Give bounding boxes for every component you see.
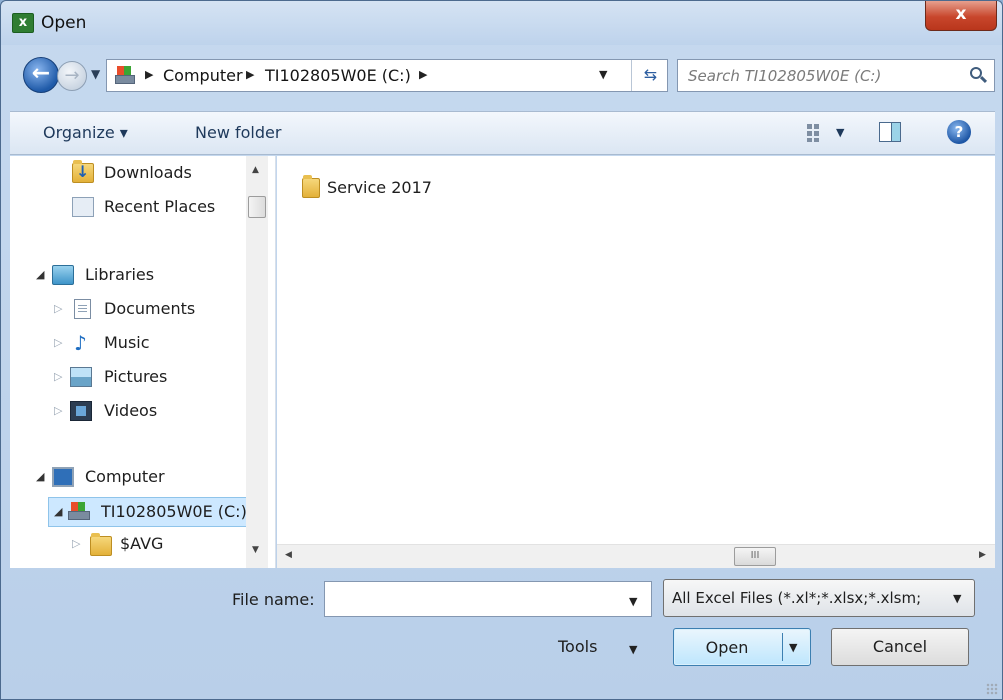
resize-grip[interactable] (986, 683, 998, 695)
scroll-right-icon[interactable]: ▶ (979, 550, 986, 560)
file-item-label: Service 2017 (327, 178, 432, 197)
nav-pane-scrollbar[interactable]: ▲ ▼ (246, 156, 268, 568)
refresh-button[interactable]: ⇆ (631, 60, 669, 91)
nav-label-libraries: Libraries (85, 265, 155, 284)
navigation-bar: ← → ▼ ▶ Computer ▶ TI102805W0E (C:) ▶ ▼ … (1, 53, 1002, 99)
nav-item-videos[interactable]: ▷ Videos (50, 399, 250, 425)
nav-label-documents: Documents (104, 299, 196, 318)
nav-item-music[interactable]: ▷ ♪ Music (50, 331, 250, 357)
file-name-field[interactable] (324, 581, 652, 617)
recent-places-icon (72, 197, 94, 217)
open-button[interactable]: Open ▼ (673, 628, 811, 666)
expand-arrow-icon[interactable]: ▷ (54, 404, 62, 417)
breadcrumb-separator-icon[interactable]: ▶ (419, 68, 427, 81)
nav-label-recent-places: Recent Places (104, 197, 216, 216)
back-arrow-icon: ← (31, 61, 51, 86)
cancel-button[interactable]: Cancel (831, 628, 969, 666)
computer-icon (52, 467, 74, 487)
file-type-select[interactable]: All Excel Files (*.xl*;*.xlsx;*.xlsm; ▼ (663, 579, 975, 617)
file-name-dropdown-icon[interactable]: ▼ (629, 595, 637, 608)
command-toolbar: Organize ▾ New folder ▼ ? (10, 111, 995, 155)
nav-item-drive-c[interactable]: ◢ TI102805W0E (C:) (48, 497, 248, 527)
nav-item-downloads[interactable]: Downloads (60, 160, 250, 187)
breadcrumb-drive[interactable]: TI102805W0E (C:) (265, 66, 411, 85)
file-type-value: All Excel Files (*.xl*;*.xlsx;*.xlsm; (672, 589, 922, 607)
expand-arrow-icon[interactable]: ▷ (72, 537, 80, 550)
scroll-down-icon[interactable]: ▼ (252, 545, 259, 555)
nav-item-documents[interactable]: ▷ Documents (50, 297, 250, 323)
nav-label-drive-c: TI102805W0E (C:) (101, 502, 247, 521)
collapse-arrow-icon[interactable]: ◢ (54, 505, 62, 518)
nav-item-recent-places[interactable]: Recent Places (60, 195, 250, 221)
drive-icon (113, 65, 137, 87)
expand-arrow-icon[interactable]: ▷ (54, 370, 62, 383)
nav-label-music: Music (104, 333, 150, 352)
forward-button[interactable]: → (57, 61, 87, 91)
nav-label-computer: Computer (85, 467, 165, 486)
nav-item-libraries[interactable]: ◢ Libraries (30, 263, 250, 289)
back-button[interactable]: ← (23, 57, 59, 93)
nav-item-pictures[interactable]: ▷ Pictures (50, 365, 250, 391)
tools-button[interactable]: Tools (558, 637, 597, 656)
collapse-arrow-icon[interactable]: ◢ (36, 470, 44, 483)
collapse-arrow-icon[interactable]: ◢ (36, 268, 44, 281)
chevron-down-icon: ▼ (953, 592, 962, 605)
split-divider (782, 633, 783, 661)
excel-icon: x (12, 13, 34, 33)
help-icon[interactable]: ? (947, 120, 971, 144)
organize-button[interactable]: Organize ▾ (43, 123, 128, 142)
libraries-icon (52, 265, 74, 285)
close-button[interactable]: x (925, 1, 997, 31)
preview-pane-icon[interactable] (879, 122, 901, 142)
search-icon[interactable] (968, 66, 988, 86)
nav-item-avg[interactable]: ▷ $AVG (70, 532, 250, 558)
downloads-folder-icon (72, 160, 94, 183)
videos-icon (70, 401, 92, 421)
nav-label-downloads: Downloads (104, 163, 192, 182)
open-dialog: x Open x ← → ▼ ▶ Computer ▶ TI102805W0E … (0, 0, 1003, 700)
window-title: Open (41, 13, 87, 33)
expand-arrow-icon[interactable]: ▷ (54, 302, 62, 315)
search-input[interactable]: Search TI102805W0E (C:) (677, 59, 995, 92)
open-button-label: Open (705, 638, 749, 657)
recent-locations-dropdown[interactable]: ▼ (91, 67, 100, 81)
avg-folder-icon (90, 533, 112, 556)
view-options-dropdown[interactable]: ▼ (836, 126, 844, 139)
folder-icon (302, 175, 320, 198)
new-folder-button[interactable]: New folder (195, 123, 281, 142)
file-pane-horizontal-scrollbar[interactable]: ◀ III ▶ (277, 544, 995, 568)
breadcrumb-separator-icon[interactable]: ▶ (145, 68, 153, 81)
pictures-icon (70, 367, 92, 387)
title-bar: x Open x (1, 1, 1002, 45)
scroll-thumb[interactable] (248, 196, 266, 218)
nav-label-pictures: Pictures (104, 367, 168, 386)
address-bar[interactable]: ▶ Computer ▶ TI102805W0E (C:) ▶ ▼ ⇆ (106, 59, 668, 92)
nav-label-videos: Videos (104, 401, 158, 420)
music-icon: ♪ (74, 331, 87, 355)
file-name-label: File name: (232, 590, 315, 609)
navigation-pane: Downloads Recent Places ◢ Libraries ▷ Do… (10, 156, 276, 568)
file-item-service-2017[interactable]: Service 2017 (299, 174, 474, 200)
forward-arrow-icon: → (64, 65, 80, 86)
drive-c-icon (67, 501, 91, 521)
documents-icon (74, 299, 91, 319)
expand-arrow-icon[interactable]: ▷ (54, 336, 62, 349)
scroll-left-icon[interactable]: ◀ (285, 550, 292, 560)
nav-item-computer[interactable]: ◢ Computer (30, 465, 250, 491)
breadcrumb-computer[interactable]: Computer (163, 66, 243, 85)
nav-label-avg: $AVG (120, 534, 164, 553)
scroll-thumb[interactable]: III (734, 547, 776, 566)
breadcrumb-separator-icon[interactable]: ▶ (246, 68, 254, 81)
search-placeholder: Search TI102805W0E (C:) (688, 67, 882, 85)
scroll-up-icon[interactable]: ▲ (252, 165, 259, 175)
change-view-icon[interactable] (807, 124, 825, 142)
file-list-pane[interactable]: Service 2017 (277, 156, 995, 544)
address-dropdown-icon[interactable]: ▼ (599, 68, 607, 81)
open-options-dropdown-icon[interactable]: ▼ (789, 641, 797, 654)
tools-dropdown-icon[interactable]: ▼ (629, 643, 637, 656)
refresh-icon: ⇆ (643, 65, 658, 84)
